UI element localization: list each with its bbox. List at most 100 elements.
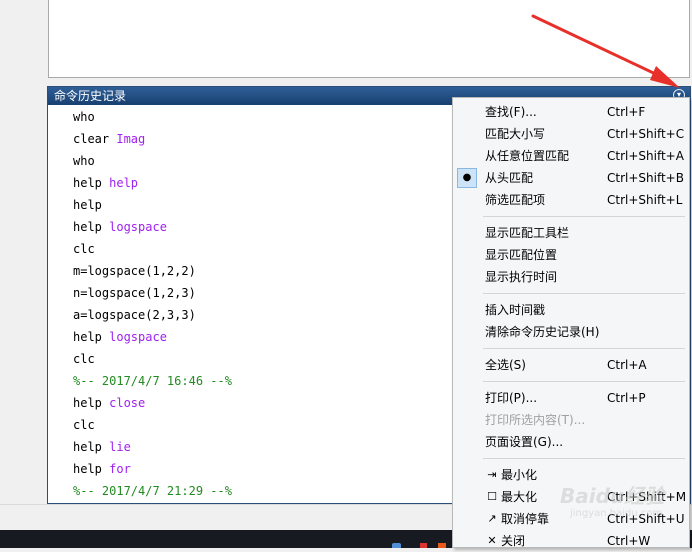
history-command-text: help bbox=[73, 176, 110, 190]
menu-item[interactable]: 从任意位置匹配 Ctrl+Shift+A bbox=[453, 145, 689, 167]
menu-item-label: 最小化 bbox=[501, 468, 538, 482]
history-entry[interactable]: n=logspace(1,2,3) bbox=[73, 282, 196, 304]
history-entry[interactable]: help lie bbox=[73, 436, 131, 458]
menu-item[interactable]: ● 从头匹配 Ctrl+Shift+B bbox=[453, 167, 689, 189]
taskbar-app-icon[interactable] bbox=[420, 543, 427, 548]
left-panel bbox=[0, 0, 38, 500]
history-entry[interactable]: clear Imag bbox=[73, 128, 145, 150]
history-entry[interactable]: who bbox=[73, 150, 95, 172]
menu-item-label: 打印(P)... bbox=[485, 391, 538, 405]
menu-item-shortcut: Ctrl+Shift+L bbox=[607, 193, 683, 207]
menu-item-label: 关闭 bbox=[501, 534, 526, 548]
history-command-text: %-- 2017/4/7 21:29 --% bbox=[73, 484, 232, 498]
taskbar-app-icon[interactable] bbox=[438, 543, 446, 548]
menu-item-label: 打印所选内容(T)... bbox=[485, 413, 586, 427]
history-command-text: help bbox=[73, 462, 110, 476]
history-command-argument: Imag bbox=[116, 132, 146, 146]
menu-item-label: 从头匹配 bbox=[485, 171, 534, 185]
history-entry[interactable]: help for bbox=[73, 458, 131, 480]
command-history-title: 命令历史记录 bbox=[54, 89, 127, 103]
history-command-argument: help bbox=[109, 176, 139, 190]
history-command-text: help bbox=[73, 198, 102, 212]
history-entry[interactable]: help bbox=[73, 194, 102, 216]
history-command-argument: lie bbox=[109, 440, 131, 454]
menu-item[interactable]: 筛选匹配项 Ctrl+Shift+L bbox=[453, 189, 689, 211]
history-command-text: n=logspace(1,2,3) bbox=[73, 286, 196, 300]
history-command-text: m=logspace(1,2,2) bbox=[73, 264, 196, 278]
menu-item-label: 显示执行时间 bbox=[485, 270, 558, 284]
watermark-subtext: jingyan.baidu.com bbox=[570, 508, 663, 519]
menu-item-label: 显示匹配工具栏 bbox=[485, 226, 570, 240]
menu-item[interactable]: 显示执行时间 bbox=[453, 266, 689, 288]
history-entry[interactable]: who bbox=[73, 106, 95, 128]
menu-item-label: 筛选匹配项 bbox=[485, 193, 546, 207]
history-command-text: help bbox=[73, 220, 110, 234]
history-session-separator[interactable]: %-- 2017/4/7 21:29 --% bbox=[73, 480, 232, 502]
history-command-text: who bbox=[73, 110, 95, 124]
undock-icon: ↗ bbox=[487, 512, 497, 525]
maximize-icon: ☐ bbox=[487, 490, 497, 503]
menu-separator bbox=[483, 348, 685, 349]
history-command-text: a=logspace(2,3,3) bbox=[73, 308, 196, 322]
menu-separator bbox=[483, 458, 685, 459]
history-entry[interactable]: clc bbox=[73, 414, 95, 436]
menu-item-label: 从任意位置匹配 bbox=[485, 149, 570, 163]
menu-item-shortcut: Ctrl+F bbox=[607, 105, 646, 119]
watermark-text: Baidu经验 bbox=[560, 484, 665, 508]
checked-bullet-icon: ● bbox=[457, 168, 477, 188]
history-command-text: %-- 2017/4/7 16:46 --% bbox=[73, 374, 232, 388]
menu-item[interactable]: 打印(P)... Ctrl+P bbox=[453, 387, 689, 409]
menu-item[interactable]: 显示匹配位置 bbox=[453, 244, 689, 266]
menu-item[interactable]: 显示匹配工具栏 bbox=[453, 222, 689, 244]
menu-separator bbox=[483, 216, 685, 217]
menu-item-label: 插入时间戳 bbox=[485, 303, 546, 317]
close-icon: ✕ bbox=[487, 534, 497, 547]
menu-item-label: 页面设置(G)... bbox=[485, 435, 564, 449]
history-command-text: help bbox=[73, 396, 110, 410]
history-command-text: clc bbox=[73, 352, 95, 366]
history-entry[interactable]: clc bbox=[73, 238, 95, 260]
history-command-text: who bbox=[73, 154, 95, 168]
history-command-argument: for bbox=[109, 462, 131, 476]
menu-item-label: 显示匹配位置 bbox=[485, 248, 558, 262]
menu-item-shortcut: Ctrl+Shift+B bbox=[607, 171, 684, 185]
menu-item-shortcut: Ctrl+Shift+C bbox=[607, 127, 685, 141]
menu-item-label: 最大化 bbox=[501, 490, 538, 504]
history-command-argument: logspace bbox=[109, 220, 167, 234]
history-entry[interactable]: clc bbox=[73, 348, 95, 370]
menu-item-shortcut: Ctrl+P bbox=[607, 391, 646, 405]
history-command-argument: logspace bbox=[109, 330, 167, 344]
history-entry[interactable]: a=logspace(2,3,3) bbox=[73, 304, 196, 326]
history-command-text: help bbox=[73, 440, 110, 454]
history-command-argument: close bbox=[109, 396, 146, 410]
menu-item[interactable]: 查找(F)... Ctrl+F bbox=[453, 101, 689, 123]
history-entry[interactable]: help logspace bbox=[73, 216, 167, 238]
menu-item-label: 查找(F)... bbox=[485, 105, 537, 119]
menu-separator bbox=[483, 381, 685, 382]
menu-item[interactable]: 匹配大小写 Ctrl+Shift+C bbox=[453, 123, 689, 145]
menu-item-label: 取消停靠 bbox=[501, 512, 550, 526]
menu-item-label: 全选(S) bbox=[485, 358, 526, 372]
history-entry[interactable]: help logspace bbox=[73, 326, 167, 348]
menu-separator bbox=[483, 293, 685, 294]
history-session-separator[interactable]: %-- 2017/4/7 16:46 --% bbox=[73, 370, 232, 392]
taskbar-app-icon[interactable] bbox=[392, 543, 401, 548]
minimize-icon: ⇥ bbox=[487, 468, 497, 481]
menu-item-shortcut: Ctrl+A bbox=[607, 358, 647, 372]
menu-item[interactable]: 插入时间戳 bbox=[453, 299, 689, 321]
history-entry[interactable]: help help bbox=[73, 172, 138, 194]
menu-item-label: 清除命令历史记录(H) bbox=[485, 325, 600, 339]
menu-item[interactable]: 页面设置(G)... bbox=[453, 431, 689, 453]
history-command-text: clc bbox=[73, 418, 95, 432]
watermark: Baidu经验 jingyan.baidu.com bbox=[560, 480, 670, 540]
menu-item[interactable]: 清除命令历史记录(H) bbox=[453, 321, 689, 343]
workspace-panel[interactable] bbox=[48, 0, 690, 78]
menu-item-label: 匹配大小写 bbox=[485, 127, 546, 141]
history-command-text: clc bbox=[73, 242, 95, 256]
history-entry[interactable]: m=logspace(1,2,2) bbox=[73, 260, 196, 282]
history-entry[interactable]: help close bbox=[73, 392, 145, 414]
history-command-text: help bbox=[73, 330, 110, 344]
menu-item[interactable]: 全选(S) Ctrl+A bbox=[453, 354, 689, 376]
menu-item: 打印所选内容(T)... bbox=[453, 409, 689, 431]
menu-item-shortcut: Ctrl+Shift+A bbox=[607, 149, 684, 163]
